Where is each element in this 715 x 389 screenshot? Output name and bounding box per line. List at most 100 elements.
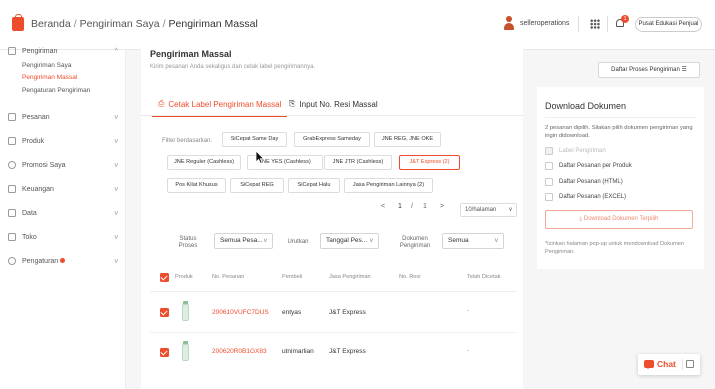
printed-status: - [467, 347, 470, 354]
option-daftar-per-produk[interactable]: Daftar Pesanan per Produk [545, 162, 632, 170]
chip-pos-kilat[interactable]: Pos Kilat Khusus [167, 178, 226, 193]
per-page-select[interactable]: 10/halaman v [460, 203, 517, 217]
sidebar-label: Pengaturan [22, 258, 115, 265]
sidebar-label: Produk [22, 137, 45, 145]
header-divider [607, 16, 608, 32]
print-icon: ⎙ [158, 99, 165, 108]
filter-label: Filter berdasarkan: [162, 138, 213, 144]
order-icon [8, 113, 16, 121]
box-icon [8, 47, 16, 55]
option-label-pengiriman: Label Pengiriman [545, 147, 606, 155]
sidebar-section-produk[interactable]: Produk v [8, 137, 118, 145]
chip-jnt-express[interactable]: J&T Express (2) [399, 155, 460, 170]
settings-icon [8, 257, 16, 265]
printed-status: - [467, 307, 470, 314]
download-panel: Download Dokumen 2 pesanan dipilih. Sila… [537, 87, 704, 269]
user-avatar-icon [503, 16, 515, 30]
new-dot-badge [60, 258, 66, 264]
download-description: 2 pesanan dipilih. Silakan pilih dokumen… [545, 125, 693, 139]
tab-cetak-label[interactable]: ⎙ Cetak Label Pengiriman Massal [151, 99, 288, 117]
chevron-down-icon: v [509, 207, 512, 213]
option-daftar-excel[interactable]: Daftar Pesanan (EXCEL) [545, 193, 626, 201]
sidebar-label: Promosi Saya [22, 161, 66, 169]
column-header: Telah Dicetak [467, 274, 501, 280]
next-page-button[interactable]: > [440, 203, 444, 210]
column-header: Jasa Pengiriman [329, 274, 371, 280]
sidebar-item-pengaturan-pengiriman[interactable]: Pengaturan Pengiriman [22, 87, 90, 94]
sidebar-item-pengiriman-saya[interactable]: Pengiriman Saya [22, 62, 72, 69]
sidebar-section-pesanan[interactable]: Pesanan v [8, 113, 118, 121]
column-header: No. Resi [399, 274, 421, 280]
chip-grabexpress-sameday[interactable]: GrabExpress Sameday [294, 132, 370, 147]
sidebar: Pengiriman ^ Pengiriman Saya Pengiriman … [0, 47, 126, 389]
sidebar-section-data[interactable]: Data v [8, 209, 118, 217]
apps-grid-icon[interactable] [590, 19, 600, 29]
status-value: Semua Pesa... [220, 237, 263, 244]
notification-bell-icon[interactable]: 1 [615, 15, 629, 29]
doc-type-select[interactable]: Semua v [442, 233, 504, 249]
breadcrumb-separator: / [162, 18, 166, 30]
chip-jasa-lainnya[interactable]: Jasa Pengiriman Lainnya (2) [344, 178, 433, 193]
option-checkbox[interactable] [545, 162, 553, 170]
order-number-link[interactable]: 200610VUFC7DUS [212, 309, 269, 316]
option-checkbox[interactable] [545, 178, 553, 186]
prev-page-button[interactable]: < [381, 203, 385, 210]
chip-jne-reguler[interactable]: JNE Reguler (Cashless) [167, 155, 241, 170]
product-thumbnail [178, 341, 192, 363]
notification-badge: 1 [621, 15, 629, 23]
user-menu[interactable]: selleroperations [503, 16, 569, 30]
sidebar-section-pengiriman[interactable]: Pengiriman ^ [8, 47, 118, 55]
wallet-icon [8, 185, 16, 193]
select-all-checkbox[interactable] [160, 273, 169, 282]
sort-label: Urutkan [287, 239, 309, 245]
chevron-down-icon: v [494, 237, 498, 244]
breadcrumb-pengiriman-saya[interactable]: Pengiriman Saya [80, 18, 160, 30]
shopee-logo-icon[interactable] [12, 14, 24, 31]
download-note: *Izinkan halaman pop-up untuk mendownloa… [545, 241, 684, 255]
chip-jne-jtr[interactable]: JNE JTR (Cashless) [324, 155, 392, 170]
chat-window-icon[interactable] [686, 360, 694, 368]
list-icon: ☰ [681, 67, 687, 73]
sidebar-section-pengaturan[interactable]: Pengaturan v [8, 257, 118, 265]
sidebar-label-text: Pengaturan [22, 257, 59, 265]
doc-type-value: Semua [448, 237, 469, 244]
courier-name: J&T Express [329, 309, 366, 316]
option-label: Daftar Pesanan (HTML) [559, 179, 623, 185]
sidebar-section-keuangan[interactable]: Keuangan v [8, 185, 118, 193]
chevron-down-icon: v [114, 209, 119, 217]
download-selected-button[interactable]: ⤓ Download Dokumen Terpilih [545, 210, 693, 229]
tab-input-resi[interactable]: ⎘ Input No. Resi Massal [289, 99, 378, 109]
order-number-link[interactable]: 200620R0B1GX83 [212, 348, 267, 355]
status-select[interactable]: Semua Pesa... v [214, 233, 273, 249]
chat-button[interactable]: Chat [638, 354, 700, 375]
breadcrumb-home[interactable]: Beranda [31, 18, 71, 30]
option-daftar-html[interactable]: Daftar Pesanan (HTML) [545, 178, 623, 186]
column-header: No. Pesanan [212, 274, 245, 280]
sidebar-section-promosi[interactable]: Promosi Saya v [8, 161, 118, 169]
row-checkbox[interactable] [160, 308, 169, 317]
chevron-up-icon: ^ [114, 47, 118, 55]
row-checkbox[interactable] [160, 348, 169, 357]
chip-jne-reg-oke[interactable]: JNE REG, JNE OKE [374, 132, 441, 147]
chevron-down-icon: v [114, 257, 119, 265]
promo-icon [8, 161, 16, 169]
current-page: 1 [398, 203, 402, 210]
chevron-down-icon: v [114, 161, 119, 169]
daftar-proses-button[interactable]: Daftar Proses Pengiriman ☰ [598, 62, 700, 78]
chevron-down-icon: v [114, 137, 119, 145]
sidebar-item-pengiriman-massal[interactable]: Pengiriman Massal [22, 74, 77, 81]
buyer-name: entyas [282, 309, 302, 316]
tabs-divider [141, 115, 523, 116]
option-label: Daftar Pesanan (EXCEL) [559, 194, 627, 200]
sidebar-label: Toko [22, 233, 37, 241]
product-icon [8, 137, 16, 145]
page-description: Kirim pesanan Anda sekaligus dan cetak l… [150, 64, 316, 70]
chip-sicepat-halu[interactable]: SiCepat Halu [288, 178, 340, 193]
download-title: Download Dokumen [545, 101, 627, 111]
option-checkbox[interactable] [545, 193, 553, 201]
sidebar-section-toko[interactable]: Toko v [8, 233, 118, 241]
sort-select[interactable]: Tanggal Pes... v [320, 233, 379, 249]
chip-sicepat-reg[interactable]: SiCepat REG [230, 178, 284, 193]
chip-sicepat-same-day[interactable]: SiCepat Same Day [222, 132, 287, 147]
seller-education-button[interactable]: Pusat Edukasi Penjual [635, 17, 702, 32]
